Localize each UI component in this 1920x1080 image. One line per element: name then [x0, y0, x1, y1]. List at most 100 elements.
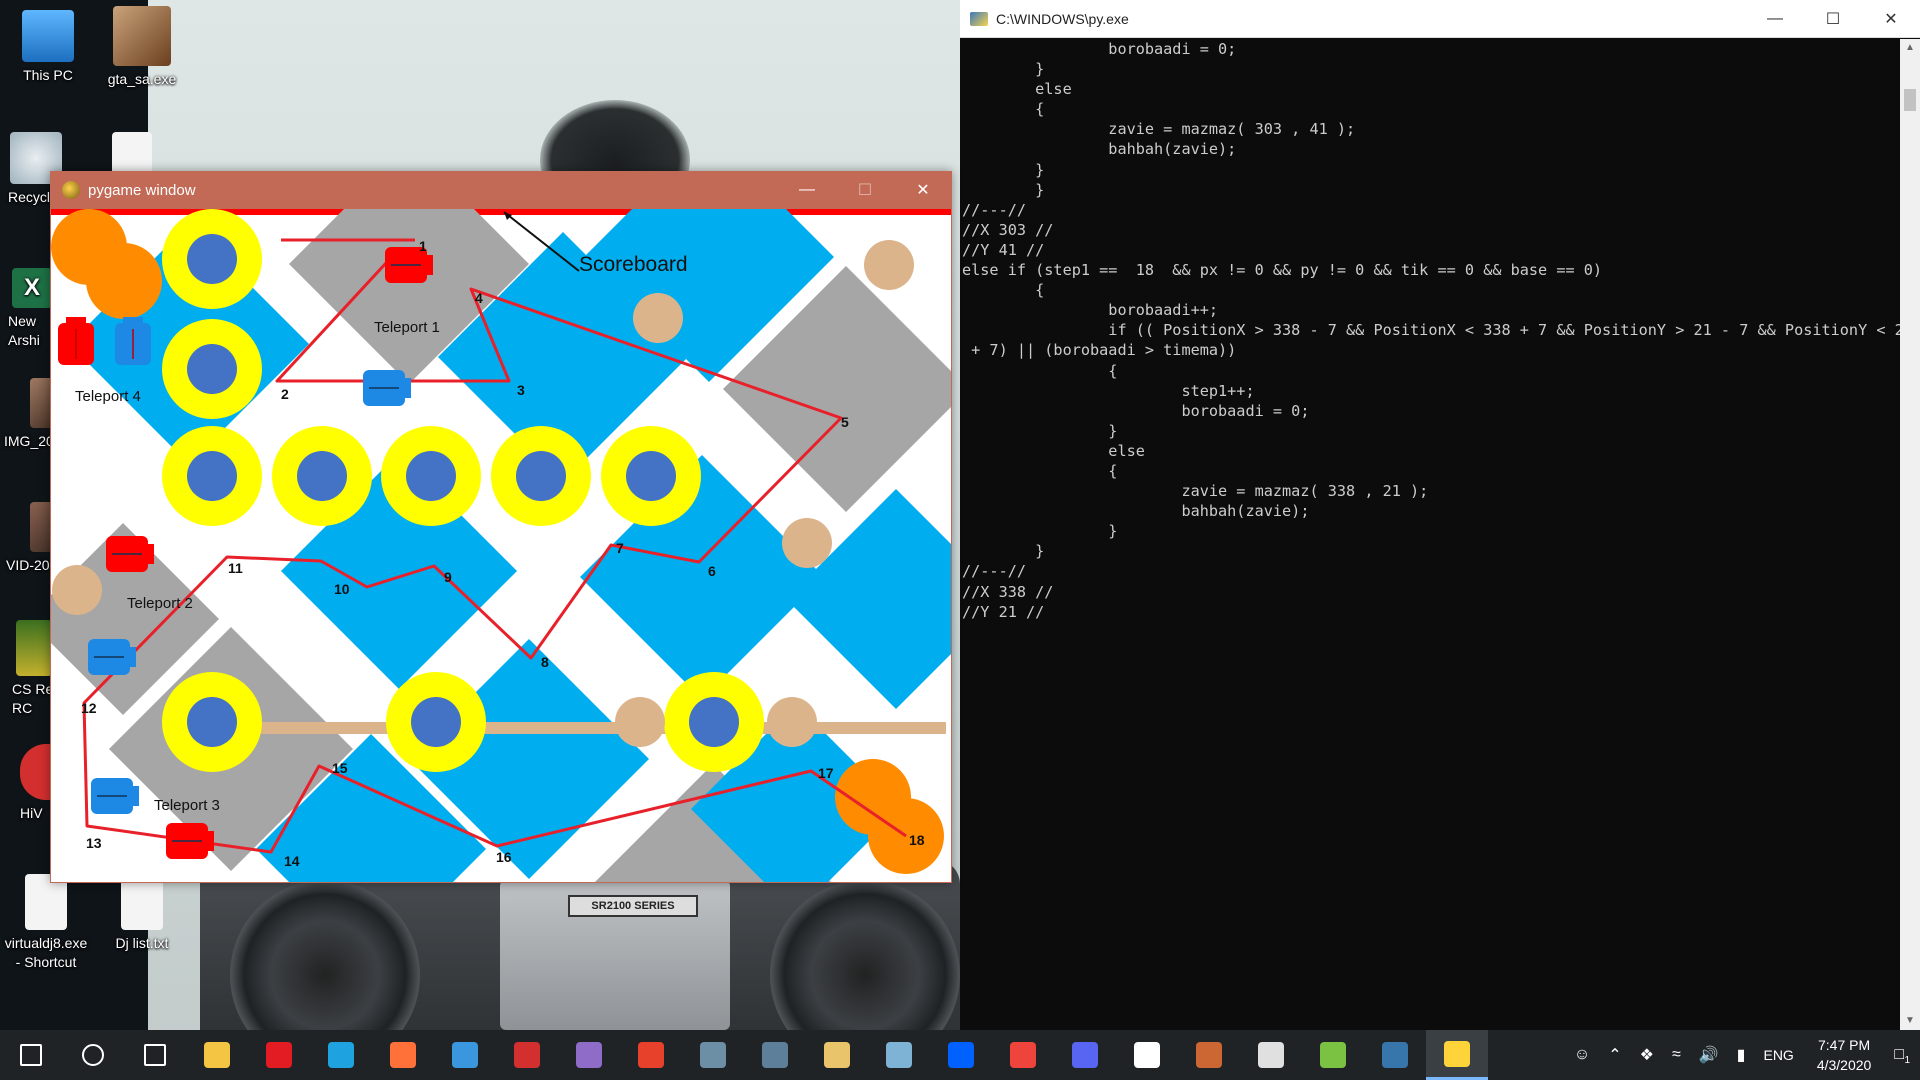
taskbar-button-search[interactable] — [62, 1030, 124, 1080]
dropbox-icon — [948, 1042, 974, 1068]
game-canvas[interactable]: Scoreboard Teleport 1 Teleport 2 Telepor… — [51, 209, 951, 882]
notifications-icon[interactable]: □ 1 — [1894, 1046, 1910, 1066]
taskbar-button-edge[interactable] — [310, 1030, 372, 1080]
teleport-3-label: Teleport 3 — [154, 797, 220, 814]
waypoint-16: 16 — [496, 849, 512, 865]
minimize-button[interactable]: — — [778, 171, 836, 209]
edge-icon — [328, 1042, 354, 1068]
taskbar-button-notes[interactable] — [868, 1030, 930, 1080]
desktop-icon-this-pc[interactable]: This PC — [0, 10, 96, 85]
tan-circle — [767, 697, 817, 747]
close-button[interactable]: ✕ — [894, 171, 952, 209]
desktop-icon-label: HiV — [20, 805, 43, 821]
maximize-button[interactable]: ☐ — [836, 171, 894, 209]
console-titlebar[interactable]: C:\WINDOWS\py.exe — ☐ ✕ — [960, 0, 1920, 38]
robot-head — [146, 544, 154, 564]
blue-center — [689, 697, 739, 747]
maximize-icon: ☐ — [857, 182, 873, 199]
chevron-up-icon[interactable]: ⌃ — [1608, 1045, 1621, 1065]
robot-head — [66, 317, 86, 325]
blue-center — [187, 234, 237, 284]
game-board: Scoreboard Teleport 1 Teleport 2 Telepor… — [51, 209, 951, 882]
taskbar-button-firefox[interactable] — [372, 1030, 434, 1080]
scoreboard-label: Scoreboard — [579, 253, 688, 276]
taskbar-button-media[interactable] — [1178, 1030, 1240, 1080]
taskbar-button-discord[interactable] — [1054, 1030, 1116, 1080]
language-indicator[interactable]: ENG — [1763, 1047, 1793, 1063]
console-window[interactable]: C:\WINDOWS\py.exe — ☐ ✕ borobaadi = 0; }… — [960, 0, 1920, 1030]
waypoint-14: 14 — [284, 853, 300, 869]
game-app-icon — [700, 1042, 726, 1068]
boombox-brand-label: SR2100 SERIES — [568, 895, 698, 917]
people-icon[interactable]: ☺ — [1574, 1046, 1590, 1064]
taskbar-button-plus-app[interactable] — [1302, 1030, 1364, 1080]
minimize-icon: — — [1767, 9, 1783, 27]
taskbar-button-game-app-2[interactable] — [744, 1030, 806, 1080]
taskbar-button-paint[interactable] — [806, 1030, 868, 1080]
taskbar-button-python[interactable] — [1364, 1030, 1426, 1080]
scroll-thumb[interactable] — [1904, 89, 1916, 111]
blue-robot-2 — [88, 639, 136, 675]
scroll-up-icon[interactable]: ▲ — [1900, 39, 1920, 57]
tan-rod — [246, 722, 946, 734]
console-title: C:\WINDOWS\py.exe — [996, 10, 1129, 27]
taskbar-button-file-explorer[interactable] — [186, 1030, 248, 1080]
taskbar-button-settings[interactable] — [1116, 1030, 1178, 1080]
volume-icon[interactable]: 🔊 — [1699, 1045, 1719, 1065]
blue-center — [411, 697, 461, 747]
orange-circle — [86, 243, 162, 319]
python-icon — [1382, 1042, 1408, 1068]
waypoint-8: 8 — [541, 654, 549, 670]
taskbar-button-colorful-app[interactable] — [620, 1030, 682, 1080]
scroll-down-icon[interactable]: ▼ — [1900, 1012, 1920, 1030]
robot-head — [131, 786, 139, 806]
maximize-button[interactable]: ☐ — [1804, 0, 1862, 38]
media-icon — [1196, 1042, 1222, 1068]
dropbox-tray-icon[interactable]: ❖ — [1640, 1045, 1654, 1065]
taskbar-button-task-view[interactable] — [124, 1030, 186, 1080]
desktop-icon-label: Dj list.txt — [115, 935, 169, 951]
taskbar-button-hiv[interactable] — [496, 1030, 558, 1080]
pygame-window[interactable]: pygame window — ☐ ✕ Scoreboard Teleport … — [50, 171, 952, 883]
system-tray: ☺ ⌃ ❖ ≈ 🔊 ▮ ENG 7:47 PM 4/3/2020 □ 1 — [1565, 1030, 1920, 1080]
blue-center — [406, 451, 456, 501]
taskbar-button-calculator[interactable] — [1240, 1030, 1302, 1080]
clock[interactable]: 7:47 PM 4/3/2020 — [1817, 1035, 1872, 1075]
taskbar-button-start[interactable] — [0, 1030, 62, 1080]
waypoint-6: 6 — [708, 563, 716, 579]
taskbar-button-python-active[interactable] — [1426, 1030, 1488, 1080]
desktop-icon-dj-list[interactable]: Dj list.txt — [94, 874, 190, 953]
cs-game-icon — [16, 620, 52, 676]
desktop-icon-gta[interactable]: gta_sa.exe — [94, 6, 190, 89]
waypoint-13: 13 — [86, 835, 102, 851]
python-console-icon — [970, 11, 988, 26]
pygame-titlebar[interactable]: pygame window — ☐ ✕ — [50, 171, 952, 209]
desktop-icon-label: IMG_20 — [4, 433, 54, 449]
taskbar-button-game-app[interactable] — [682, 1030, 744, 1080]
battery-icon[interactable]: ▮ — [1737, 1045, 1746, 1065]
taskbar-button-visual-studio[interactable] — [558, 1030, 620, 1080]
minimize-button[interactable]: — — [1746, 0, 1804, 38]
wifi-icon[interactable]: ≈ — [1672, 1046, 1681, 1064]
clock-date: 4/3/2020 — [1816, 1057, 1872, 1073]
taskbar-button-dropbox[interactable] — [930, 1030, 992, 1080]
taskbar-button-anydesk[interactable] — [992, 1030, 1054, 1080]
desktop-icon-virtualdj[interactable]: virtualdj8.exe - Shortcut — [0, 874, 92, 972]
console-scrollbar[interactable]: ▲ ▼ — [1900, 39, 1920, 1030]
taskbar-button-mail[interactable] — [434, 1030, 496, 1080]
desktop-icon-label: This PC — [23, 67, 73, 83]
game-app-2-icon — [762, 1042, 788, 1068]
calculator-icon — [1258, 1042, 1284, 1068]
teleport-1-label: Teleport 1 — [374, 319, 440, 336]
close-button[interactable]: ✕ — [1862, 0, 1920, 38]
excel-icon: X — [12, 268, 52, 308]
maximize-icon: ☐ — [1825, 10, 1841, 28]
red-robot-2 — [106, 536, 154, 572]
taskbar-button-opera[interactable] — [248, 1030, 310, 1080]
file-explorer-icon — [204, 1042, 230, 1068]
hiv-icon — [514, 1042, 540, 1068]
waypoint-15: 15 — [332, 760, 348, 776]
console-output[interactable]: borobaadi = 0; } else { zavie = mazmaz( … — [960, 39, 1900, 1030]
notification-count: 1 — [1904, 1055, 1910, 1066]
waypoint-5: 5 — [841, 414, 849, 430]
